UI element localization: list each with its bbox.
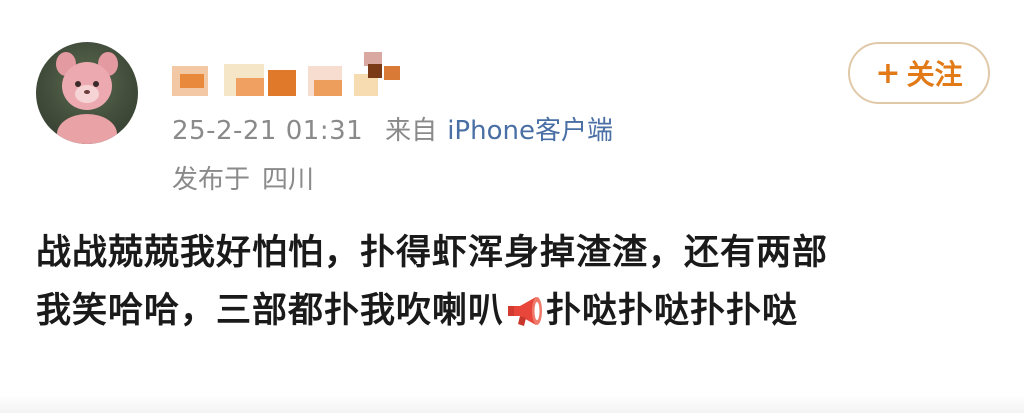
post-text-line-2a: 我笑哈哈，三部都扑我吹喇叭 <box>36 291 505 331</box>
client-link[interactable]: iPhone客户端 <box>447 116 613 146</box>
published-in-label: 发布于 <box>172 165 251 195</box>
username-mosaic[interactable] <box>172 52 407 100</box>
post-text-line-2: 我笑哈哈，三部都扑我吹喇叭 扑哒扑哒扑扑哒 <box>36 282 986 346</box>
avatar[interactable] <box>36 42 138 144</box>
post-timestamp: 25-2-21 01:31 <box>172 116 364 146</box>
location-value: 四川 <box>262 165 315 195</box>
follow-button[interactable]: + 关注 <box>848 42 990 104</box>
post-location: 发布于 四川 <box>172 163 314 197</box>
follow-label: 关注 <box>906 58 963 91</box>
post-text: 战战兢兢我好怕怕，扑得虾浑身掉渣渣，还有两部 我笑哈哈，三部都扑我吹喇叭 扑哒扑… <box>36 224 986 346</box>
bottom-fade <box>0 395 1024 413</box>
post-text-line-1: 战战兢兢我好怕怕，扑得虾浑身掉渣渣，还有两部 <box>36 233 829 273</box>
megaphone-icon <box>506 288 544 346</box>
source-label: 来自 <box>385 116 438 146</box>
plus-icon: + <box>875 55 901 91</box>
post-text-line-2b: 扑哒扑哒扑扑哒 <box>546 291 799 331</box>
post-meta: 25-2-21 01:31 来自 iPhone客户端 <box>172 114 613 148</box>
